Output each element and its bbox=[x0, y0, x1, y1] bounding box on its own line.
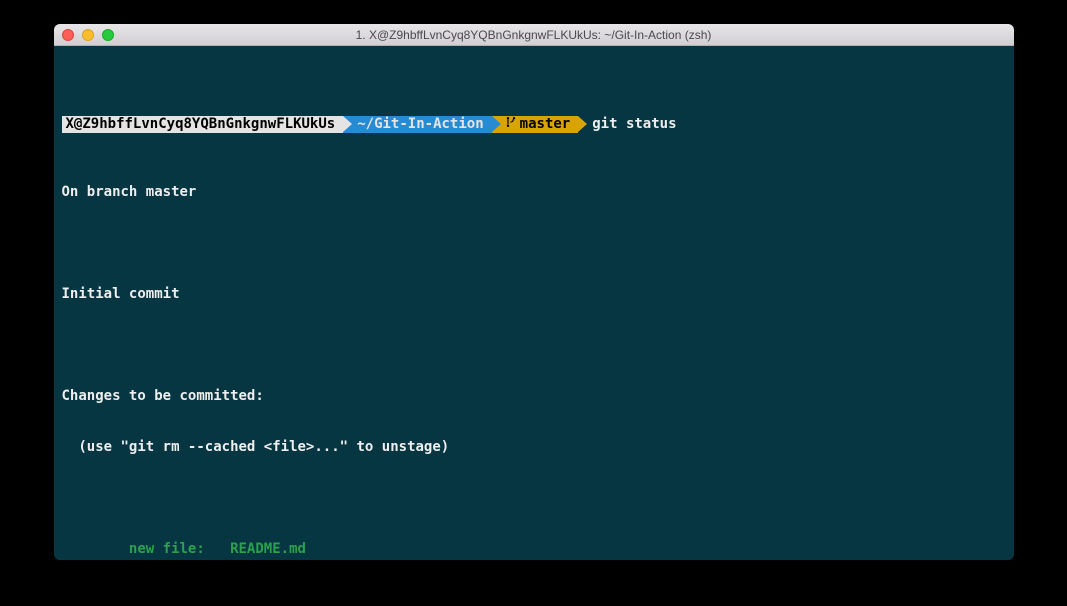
blank-line bbox=[62, 235, 1006, 252]
prompt-line: X@Z9hbffLvnCyq8YQBnGnkgnwFLKUkUs ~/Git-I… bbox=[62, 116, 1006, 133]
titlebar: 1. X@Z9hbffLvnCyq8YQBnGnkgnwFLKUkUs: ~/G… bbox=[54, 24, 1014, 46]
prompt-branch: master bbox=[520, 116, 571, 132]
traffic-lights bbox=[54, 29, 114, 41]
prompt-branch-segment: master bbox=[492, 116, 579, 133]
prompt-path: ~/Git-In-Action bbox=[357, 116, 483, 133]
blank-line bbox=[62, 490, 1006, 507]
output-line: On branch master bbox=[62, 184, 1006, 201]
output-line: Changes to be committed: bbox=[62, 388, 1006, 405]
blank-line bbox=[62, 337, 1006, 354]
minimize-button[interactable] bbox=[82, 29, 94, 41]
output-staged-line: new file: README.md bbox=[62, 541, 1006, 558]
terminal-window: 1. X@Z9hbffLvnCyq8YQBnGnkgnwFLKUkUs: ~/G… bbox=[54, 24, 1014, 560]
terminal-body[interactable]: X@Z9hbffLvnCyq8YQBnGnkgnwFLKUkUs ~/Git-I… bbox=[54, 46, 1014, 560]
git-branch-icon bbox=[506, 116, 516, 133]
prompt-path-segment: ~/Git-In-Action bbox=[343, 116, 491, 133]
prompt-userhost-segment: X@Z9hbffLvnCyq8YQBnGnkgnwFLKUkUs bbox=[62, 116, 344, 133]
output-line: (use "git rm --cached <file>..." to unst… bbox=[62, 439, 1006, 456]
prompt-userhost: X@Z9hbffLvnCyq8YQBnGnkgnwFLKUkUs bbox=[66, 116, 336, 133]
output-line: Initial commit bbox=[62, 286, 1006, 303]
window-title: 1. X@Z9hbffLvnCyq8YQBnGnkgnwFLKUkUs: ~/G… bbox=[54, 28, 1014, 42]
maximize-button[interactable] bbox=[102, 29, 114, 41]
command-text: git status bbox=[592, 116, 676, 133]
close-button[interactable] bbox=[62, 29, 74, 41]
